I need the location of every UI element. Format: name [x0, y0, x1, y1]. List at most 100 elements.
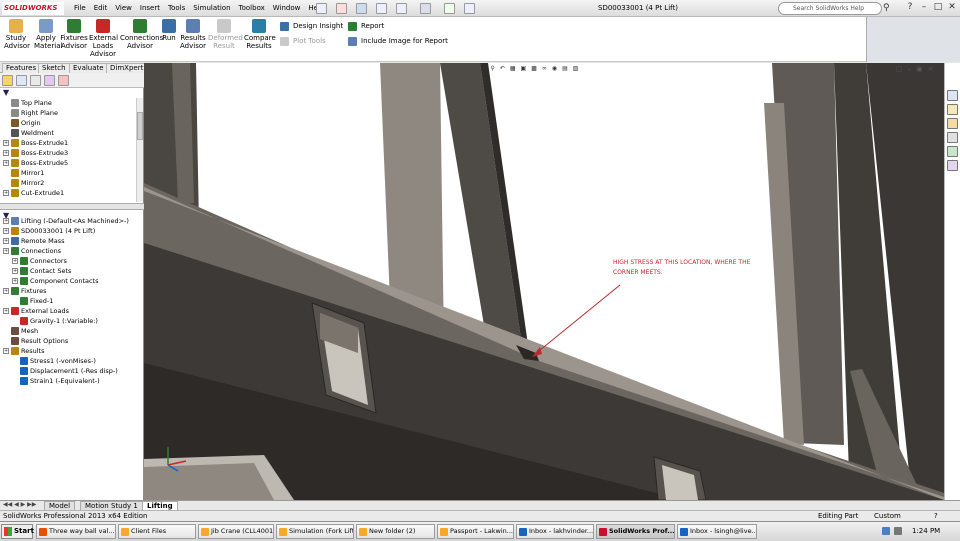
connections-advisor-button[interactable]: Connections Advisor: [120, 19, 163, 50]
section-view-icon[interactable]: ▦: [509, 65, 517, 72]
tab-nav-arrows[interactable]: ◀◀ ◀ ▶ ▶▶: [3, 501, 36, 508]
display-style-icon[interactable]: ▩: [530, 65, 538, 72]
compare-results-button[interactable]: Compare Results: [244, 19, 276, 50]
open-icon[interactable]: [336, 3, 347, 14]
tree-item[interactable]: Right Plane: [3, 108, 58, 118]
tree-item[interactable]: Result Options: [3, 336, 68, 346]
configuration-manager-tab[interactable]: [30, 75, 41, 86]
zoom-to-fit-icon[interactable]: ⚲: [480, 65, 486, 72]
taskbar-clock[interactable]: 1:24 PM: [912, 527, 940, 535]
apply-scene-icon[interactable]: ▤: [561, 65, 569, 72]
viewport-close-icon[interactable]: ✕: [928, 65, 934, 73]
include-image-button[interactable]: Include Image for Report: [348, 36, 448, 46]
taskbar-item[interactable]: Three way ball val...: [36, 524, 116, 539]
tree-item[interactable]: Origin: [3, 118, 41, 128]
solidworks-resources-icon[interactable]: [946, 90, 958, 101]
tree-item[interactable]: + Fixtures: [3, 286, 47, 296]
expand-icon[interactable]: +: [12, 258, 18, 264]
tree-item[interactable]: + SD00033001 (4 Pt Lift): [3, 226, 95, 236]
tree-item[interactable]: Fixed-1: [12, 296, 53, 306]
tree-item[interactable]: + Connections: [3, 246, 61, 256]
expand-icon[interactable]: +: [12, 278, 18, 284]
print-icon[interactable]: [376, 3, 387, 14]
zoom-area-icon[interactable]: ⚲: [489, 65, 495, 72]
tree-item[interactable]: Gravity-1 (:Variable:): [12, 316, 98, 326]
tree-item[interactable]: + Results: [3, 346, 44, 356]
viewport-minimize-icon[interactable]: –: [908, 65, 912, 73]
taskbar-item[interactable]: New folder (2): [356, 524, 435, 539]
menu-simulation[interactable]: Simulation: [189, 3, 234, 14]
expand-icon[interactable]: +: [3, 248, 9, 254]
expand-icon[interactable]: +: [3, 288, 9, 294]
tree-item[interactable]: Displacement1 (-Res disp-): [12, 366, 118, 376]
edit-appearance-icon[interactable]: ◉: [551, 65, 558, 72]
tree-item[interactable]: Mirror1: [3, 168, 44, 178]
run-button[interactable]: Run: [162, 19, 176, 42]
tree-item[interactable]: + Contact Sets: [12, 266, 71, 276]
study-advisor-button[interactable]: Study Advisor: [4, 19, 30, 50]
start-button[interactable]: Start: [1, 524, 34, 539]
expand-icon[interactable]: +: [3, 150, 9, 156]
tree-item[interactable]: + External Loads: [3, 306, 69, 316]
plot-tools-button[interactable]: Plot Tools: [280, 36, 326, 46]
help-status-icon[interactable]: ?: [934, 512, 938, 520]
search-icon[interactable]: ⚲: [883, 3, 890, 13]
feature-tree-scrollbar[interactable]: [136, 98, 143, 202]
external-loads-advisor-button[interactable]: External Loads Advisor: [89, 19, 118, 58]
expand-icon[interactable]: +: [3, 190, 9, 196]
viewport-maximize-icon[interactable]: ▣: [916, 65, 923, 73]
menu-tools[interactable]: Tools: [164, 3, 189, 14]
close-icon[interactable]: ✕: [946, 2, 958, 14]
tray-network-icon[interactable]: [882, 527, 890, 535]
deformed-result-button[interactable]: Deformed Result: [208, 19, 243, 50]
taskbar-item[interactable]: Passport - Lakwin...: [437, 524, 514, 539]
feature-tree-scroll-thumb[interactable]: [137, 112, 143, 140]
file-explorer-icon[interactable]: [946, 118, 958, 129]
tree-item[interactable]: + Lifting (-Default<As Machined>-): [3, 216, 129, 226]
viewport-restore-icon[interactable]: □: [896, 65, 903, 73]
report-button[interactable]: Report: [348, 21, 384, 31]
tree-item[interactable]: Top Plane: [3, 98, 52, 108]
tree-item[interactable]: + Remote Mass: [3, 236, 65, 246]
design-library-icon[interactable]: [946, 104, 958, 115]
appearances-icon[interactable]: [946, 146, 958, 157]
new-document-icon[interactable]: [316, 3, 327, 14]
taskbar-item[interactable]: SolidWorks Prof...: [596, 524, 675, 539]
apply-material-button[interactable]: Apply Material: [34, 19, 62, 50]
tree-item[interactable]: + Boss-Extrude5: [3, 158, 68, 168]
expand-icon[interactable]: +: [3, 228, 9, 234]
view-settings-icon[interactable]: ▧: [572, 65, 580, 72]
menu-file[interactable]: File: [70, 3, 90, 14]
taskbar-item[interactable]: Simulation (Fork Lift): [276, 524, 354, 539]
filter-icon[interactable]: ▼: [3, 88, 9, 97]
tab-evaluate[interactable]: Evaluate: [69, 63, 108, 73]
taskbar-item[interactable]: Client Files: [118, 524, 196, 539]
taskbar-item[interactable]: Inbox - lsingh@live...: [677, 524, 757, 539]
menu-edit[interactable]: Edit: [90, 3, 112, 14]
expand-icon[interactable]: +: [3, 238, 9, 244]
select-icon[interactable]: [420, 3, 431, 14]
view-orientation-icon[interactable]: ▣: [520, 65, 528, 72]
menu-view[interactable]: View: [111, 3, 136, 14]
feature-tree-tab[interactable]: [2, 75, 13, 86]
options-icon[interactable]: [464, 3, 475, 14]
search-help-input[interactable]: Search SolidWorks Help: [778, 2, 882, 15]
restore-icon[interactable]: □: [932, 2, 944, 14]
save-icon[interactable]: [356, 3, 367, 14]
menu-insert[interactable]: Insert: [136, 3, 164, 14]
tab-dimxpert[interactable]: DimXpert: [106, 63, 148, 73]
design-insight-button[interactable]: Design Insight: [280, 21, 343, 31]
panel-splitter[interactable]: [0, 203, 144, 210]
view-palette-icon[interactable]: [946, 132, 958, 143]
display-manager-tab[interactable]: [58, 75, 69, 86]
expand-icon[interactable]: +: [3, 218, 9, 224]
tray-volume-icon[interactable]: [894, 527, 902, 535]
menu-window[interactable]: Window: [269, 3, 305, 14]
expand-icon[interactable]: +: [3, 140, 9, 146]
solidworks-logo[interactable]: SOLIDWORKS: [2, 2, 64, 15]
undo-icon[interactable]: [396, 3, 407, 14]
expand-icon[interactable]: +: [3, 348, 9, 354]
minimize-icon[interactable]: –: [918, 2, 930, 14]
expand-icon[interactable]: +: [3, 308, 9, 314]
graphics-area[interactable]: ⚲ ⚲ ↶ ▦ ▣ ▩ ∞ ◉ ▤ ▧ □ – ▣ ✕ HIGH STRESS …: [144, 63, 944, 500]
